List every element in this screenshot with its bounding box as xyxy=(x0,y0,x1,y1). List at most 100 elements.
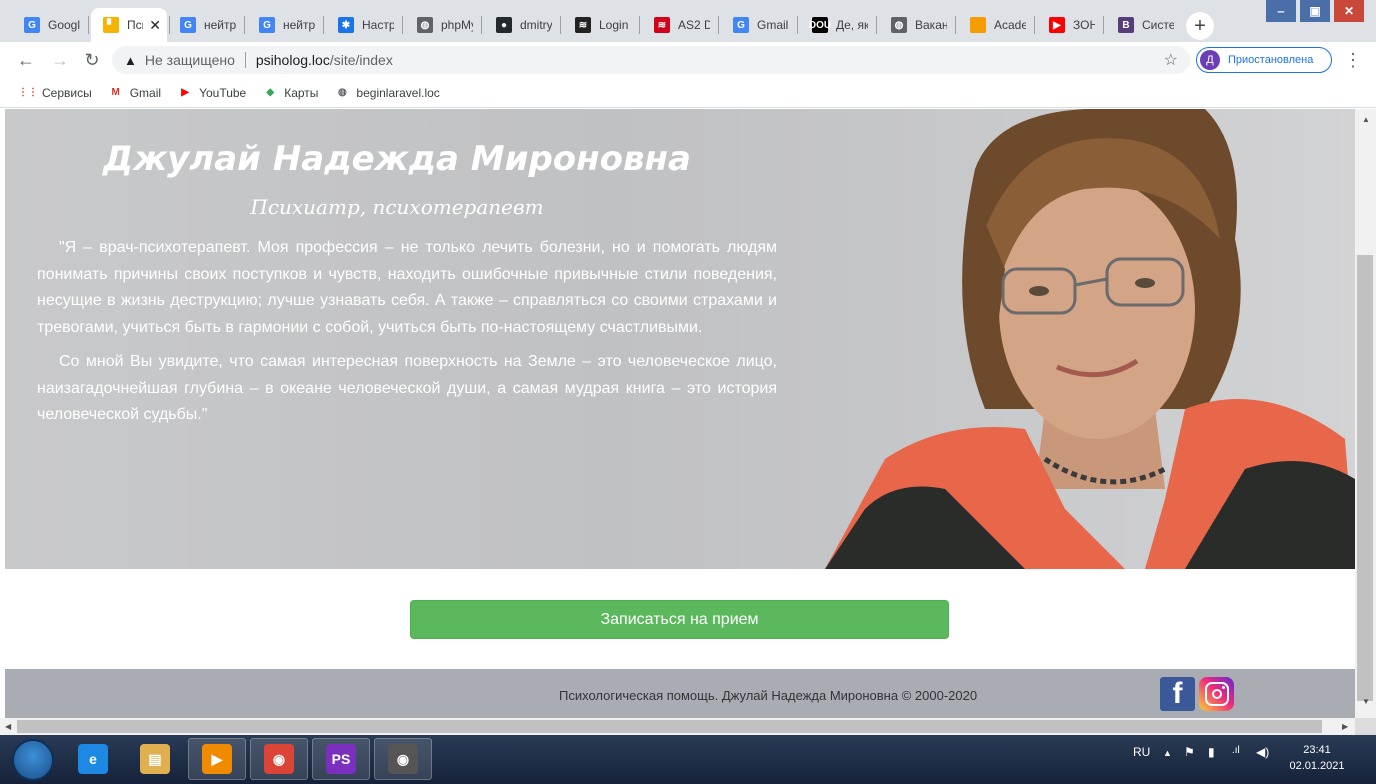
bookmark-star-icon[interactable]: ☆ xyxy=(1164,50,1178,70)
tab-label: Ваканс xyxy=(915,18,947,32)
browser-tab[interactable]: Acader xyxy=(958,8,1032,42)
gmail-icon: M xyxy=(111,87,120,98)
start-button-icon[interactable] xyxy=(12,739,54,781)
browser-tab[interactable]: ≋ Login xyxy=(563,8,637,42)
taskbar-app[interactable]: ◉ xyxy=(250,738,308,780)
maps-icon: ◆ xyxy=(266,87,275,98)
browser-tab[interactable]: B Систе xyxy=(1106,8,1180,42)
profile-status: Приостановлена xyxy=(1228,54,1314,66)
page-title: Джулай Надежда Мироновна xyxy=(103,139,691,179)
hero-quote: "Я – врач-психотерапевт. Моя профессия –… xyxy=(37,235,777,437)
url-path[interactable]: /site/index xyxy=(330,52,393,68)
close-window-icon[interactable]: ✕ xyxy=(1334,0,1364,22)
profile-button[interactable]: Д Приостановлена xyxy=(1196,47,1332,73)
taskbar-app[interactable]: ◉ xyxy=(374,738,432,780)
new-tab-button[interactable]: + xyxy=(1186,12,1214,40)
volume-icon[interactable]: ◀) xyxy=(1256,745,1269,759)
tray-expand-icon[interactable]: ▲ xyxy=(1163,748,1172,758)
tab-label: Пси xyxy=(127,18,143,32)
forward-arrow-icon[interactable]: → xyxy=(48,48,72,72)
close-tab-icon[interactable]: ✕ xyxy=(149,17,161,34)
colorful-grid-icon: ▘ xyxy=(103,17,119,33)
bookmark-item[interactable]: ◍ beginlaravel.loc xyxy=(334,85,440,101)
bookmark-item[interactable]: ▶ YouTube xyxy=(177,85,246,101)
tab-label: Gmail xyxy=(757,18,789,32)
network-icon[interactable]: .ıl xyxy=(1232,745,1240,756)
tab-separator xyxy=(797,16,798,34)
tab-label: Google xyxy=(48,18,80,32)
browser-tab[interactable]: ▶ ЗОНА xyxy=(1037,8,1101,42)
tab-label: phpMy xyxy=(441,18,473,32)
taskbar-app[interactable]: PS xyxy=(312,738,370,780)
tab-separator xyxy=(323,16,324,34)
scroll-left-arrow-icon[interactable]: ◀ xyxy=(5,722,11,731)
browser-toolbar: ← → ↻ ▲ Не защищено psiholog.loc/site/in… xyxy=(0,42,1376,78)
tab-separator xyxy=(1103,16,1104,34)
google-icon: G xyxy=(259,17,275,33)
horizontal-scrollbar[interactable]: ◀ ▶ xyxy=(0,718,1355,735)
instagram-icon[interactable] xyxy=(1199,677,1234,711)
browser-tab[interactable]: ✱ Настро xyxy=(326,8,400,42)
internet-explorer-icon: e xyxy=(78,744,108,774)
media-player-icon: ▶ xyxy=(202,744,232,774)
power-icon[interactable]: ▮ xyxy=(1208,745,1215,759)
eye-app-icon: ◉ xyxy=(388,744,418,774)
tab-label: нейтра xyxy=(283,18,315,32)
scroll-down-arrow-icon[interactable]: ▼ xyxy=(1362,697,1370,706)
bookmark-label: Сервисы xyxy=(42,85,92,100)
browser-tab[interactable]: Gнейтра xyxy=(247,8,321,42)
language-indicator[interactable]: RU xyxy=(1133,745,1150,759)
browser-tab[interactable]: ≋ AS2 Di xyxy=(642,8,716,42)
scroll-right-arrow-icon[interactable]: ▶ xyxy=(1342,722,1348,731)
quote-paragraph: Со мной Вы увидите, что самая интересная… xyxy=(37,353,777,423)
browser-tab[interactable]: G Google xyxy=(12,8,86,42)
browser-tab[interactable]: G Gmail xyxy=(721,8,795,42)
reload-icon[interactable]: ↻ xyxy=(80,48,104,72)
browser-tab[interactable]: ▘ Пси ✕ xyxy=(91,8,167,42)
tab-label: AS2 Di xyxy=(678,18,710,32)
avatar: Д xyxy=(1200,50,1220,70)
horizontal-scroll-thumb[interactable] xyxy=(17,720,1322,733)
vertical-scroll-thumb[interactable] xyxy=(1357,255,1373,701)
portrait-photo xyxy=(825,109,1355,569)
address-separator xyxy=(244,52,246,68)
action-center-icon[interactable]: ⚑ xyxy=(1184,745,1195,759)
clock[interactable]: 23:41 02.01.2021 xyxy=(1286,742,1348,774)
browser-tab[interactable]: ● dmitry xyxy=(484,8,558,42)
tab-strip: GGoogle▘Пси✕GнейтраGнейтра✱Настро◍phpMy●… xyxy=(0,0,1376,42)
browser-tab[interactable]: ◍ Ваканс xyxy=(879,8,953,42)
bookmark-label: YouTube xyxy=(199,85,247,100)
bookmark-item[interactable]: ◆ Карты xyxy=(262,85,318,101)
bookmark-item[interactable]: M Gmail xyxy=(108,85,162,101)
browser-tab[interactable]: ◍ phpMy xyxy=(405,8,479,42)
maximize-icon[interactable]: ▣ xyxy=(1300,0,1330,22)
tab-separator xyxy=(481,16,482,34)
browser-tab[interactable]: Gнейтра xyxy=(168,8,242,42)
address-bar[interactable]: ▲ Не защищено psiholog.loc/site/index ☆ xyxy=(112,46,1190,74)
taskbar-app[interactable]: ▤ xyxy=(126,738,184,780)
scroll-up-arrow-icon[interactable]: ▲ xyxy=(1362,115,1370,124)
facebook-icon[interactable]: f xyxy=(1160,677,1195,711)
google-icon: G xyxy=(180,17,196,33)
back-arrow-icon[interactable]: ← xyxy=(14,48,38,72)
tab-separator xyxy=(639,16,640,34)
file-explorer-icon: ▤ xyxy=(140,744,170,774)
minimize-icon[interactable]: ‒ xyxy=(1266,0,1296,22)
bookmark-label: Карты xyxy=(284,85,319,100)
security-label[interactable]: Не защищено xyxy=(145,52,235,68)
footer-copyright: Психологическая помощь. Джулай Надежда М… xyxy=(559,688,978,703)
tab-label: нейтра xyxy=(204,18,236,32)
globe-icon: ◍ xyxy=(891,17,907,33)
red-wave-logo-icon: ≋ xyxy=(654,17,670,33)
taskbar-app[interactable]: ▶ xyxy=(188,738,246,780)
bookmark-label: Gmail xyxy=(129,85,162,100)
taskbar-app[interactable]: e xyxy=(64,738,122,780)
browser-tab[interactable]: DOU Де, як xyxy=(800,8,874,42)
vertical-scrollbar[interactable]: ▲ ▼ xyxy=(1355,109,1376,718)
tab-label: ЗОНА xyxy=(1073,18,1095,32)
bookmark-item[interactable]: ⋮⋮ Сервисы xyxy=(18,85,92,101)
menu-dots-icon[interactable]: ⋮ xyxy=(1344,50,1362,71)
page-subtitle: Психиатр, психотерапевт xyxy=(250,195,544,219)
book-appointment-button[interactable]: Записаться на прием xyxy=(410,600,949,639)
url-host[interactable]: psiholog.loc xyxy=(256,52,330,68)
